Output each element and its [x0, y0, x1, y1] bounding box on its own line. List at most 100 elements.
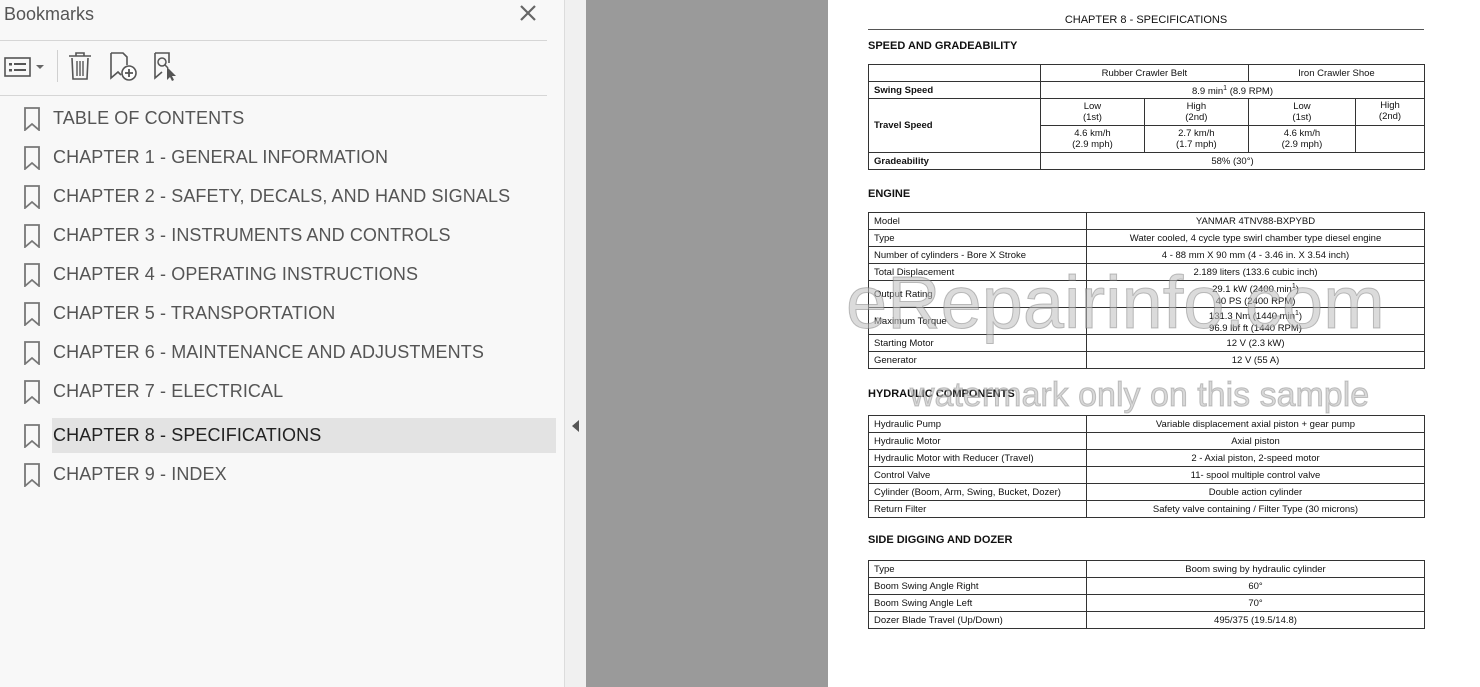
bookmark-item[interactable]: CHAPTER 5 - TRANSPORTATION: [20, 296, 556, 331]
cell-line: 4.6 km/h: [1283, 128, 1321, 139]
bookmark-search-icon: [154, 52, 176, 81]
panel-divider: [0, 95, 547, 96]
bookmark-icon: [24, 302, 40, 326]
close-panel-button[interactable]: [517, 2, 539, 24]
cell-value: 8.9 min1 (8.9 RPM): [1040, 81, 1425, 99]
cell-value: 4.6 km/h (2.9 mph): [1040, 125, 1145, 153]
bookmark-item[interactable]: CHAPTER 9 - INDEX: [20, 457, 556, 492]
table-header: Iron Crawler Shoe: [1247, 64, 1426, 82]
close-icon: [520, 5, 536, 21]
cell-line: High: [1186, 101, 1207, 112]
row-label: Hydraulic Motor with Reducer (Travel): [868, 449, 1087, 467]
cell-value: Low (1st): [1247, 98, 1357, 126]
empty-cell: [1355, 125, 1425, 153]
cell-line: (2.9 mph): [1072, 139, 1113, 150]
row-label: Hydraulic Pump: [868, 415, 1087, 433]
bookmark-item-selected[interactable]: CHAPTER 8 - SPECIFICATIONS: [20, 418, 556, 453]
row-label: Model: [868, 212, 1087, 230]
cell-value: High (2nd): [1355, 98, 1425, 126]
bookmark-item[interactable]: CHAPTER 4 - OPERATING INSTRUCTIONS: [20, 257, 556, 292]
row-label: Cylinder (Boom, Arm, Swing, Bucket, Doze…: [868, 483, 1087, 501]
panel-divider: [0, 40, 547, 41]
section-heading-side-digging: SIDE DIGGING AND DOZER: [868, 534, 1013, 546]
cell-line: (2nd): [1185, 112, 1208, 123]
row-label: Swing Speed: [868, 81, 1041, 99]
row-label: Type: [868, 560, 1087, 578]
row-label: Dozer Blade Travel (Up/Down): [868, 611, 1087, 629]
bookmark-label: CHAPTER 7 - ELECTRICAL: [53, 381, 284, 401]
cell-line: 4.6 km/h: [1074, 128, 1111, 139]
bookmark-label: CHAPTER 3 - INSTRUMENTS AND CONTROLS: [53, 225, 451, 245]
bookmark-options-button[interactable]: [4, 55, 46, 79]
bookmark-label: CHAPTER 4 - OPERATING INSTRUCTIONS: [53, 264, 419, 284]
cell-value: 2 - Axial piston, 2-speed motor: [1086, 449, 1425, 467]
bookmark-icon: [24, 341, 40, 365]
bookmark-label: CHAPTER 5 - TRANSPORTATION: [53, 303, 336, 323]
cell-line: (2nd): [1378, 111, 1402, 122]
bookmark-item[interactable]: CHAPTER 1 - GENERAL INFORMATION: [20, 140, 556, 175]
cell-value: Low (1st): [1040, 98, 1145, 126]
cell-line: High: [1380, 100, 1400, 111]
cell-value: 2.7 km/h (1.7 mph): [1143, 125, 1249, 153]
add-bookmark-icon: [110, 52, 137, 81]
bookmark-icon: [24, 424, 40, 448]
bookmark-item[interactable]: CHAPTER 6 - MAINTENANCE AND ADJUSTMENTS: [20, 335, 556, 370]
bookmarks-title: Bookmarks: [4, 4, 95, 24]
bookmark-icon: [24, 185, 40, 209]
section-heading-speed: SPEED AND GRADEABILITY: [868, 40, 1018, 52]
bookmark-item[interactable]: CHAPTER 3 - INSTRUMENTS AND CONTROLS: [20, 218, 556, 253]
hydraulic-table: Hydraulic Pump Variable displacement axia…: [868, 415, 1425, 518]
bookmark-icon: [24, 380, 40, 404]
cell-value: Axial piston: [1086, 432, 1425, 450]
row-label: Travel Speed: [868, 98, 1041, 153]
cell-value: 11- spool multiple control valve: [1086, 466, 1425, 484]
bookmark-icon: [24, 263, 40, 287]
bookmark-label: CHAPTER 8 - SPECIFICATIONS: [53, 425, 322, 445]
cell-line: (1st): [1292, 112, 1312, 123]
new-bookmark-button[interactable]: [108, 51, 138, 81]
section-heading-engine: ENGINE: [868, 188, 911, 200]
bookmark-item[interactable]: CHAPTER 2 - SAFETY, DECALS, AND HAND SIG…: [20, 179, 556, 214]
row-label: Type: [868, 229, 1087, 247]
row-label: Gradeability: [868, 152, 1041, 170]
cell-line: (1st): [1082, 112, 1102, 123]
row-label: Return Filter: [868, 500, 1087, 518]
bookmark-item[interactable]: TABLE OF CONTENTS: [20, 101, 556, 136]
cell-value: High (2nd): [1143, 98, 1249, 126]
triangle-left-icon: [572, 420, 579, 432]
trash-icon: [69, 52, 91, 80]
cell-line: Low: [1083, 101, 1102, 112]
cell-line: 2.7 km/h: [1178, 128, 1215, 139]
cell-value: Water cooled, 4 cycle type swirl chamber…: [1086, 229, 1425, 247]
table-header: Rubber Crawler Belt: [1040, 64, 1249, 82]
delete-bookmark-button[interactable]: [67, 51, 93, 81]
collapse-panel-button[interactable]: [570, 419, 582, 433]
cell-value: Safety valve containing / Filter Type (3…: [1086, 500, 1425, 518]
bookmarks-panel: Bookmarks TABLE OF CONTENTS CHAPTER 1 - …: [0, 0, 564, 687]
cell-value: 12 V (55 A): [1086, 351, 1425, 369]
panel-splitter[interactable]: [564, 0, 586, 687]
cell-value: 58% (30°): [1040, 152, 1425, 170]
bookmark-icon: [24, 224, 40, 248]
bookmark-label: CHAPTER 6 - MAINTENANCE AND ADJUSTMENTS: [53, 342, 484, 362]
swing-value: 8.9 min: [1192, 86, 1224, 98]
watermark-subtext: watermark only on this sample: [909, 376, 1370, 415]
cell-value: 495/375 (19.5/14.8): [1086, 611, 1425, 629]
bookmark-label: CHAPTER 1 - GENERAL INFORMATION: [53, 147, 389, 167]
cell-value: 4.6 km/h (2.9 mph): [1247, 125, 1357, 153]
toolbar-separator: [57, 50, 58, 82]
bookmark-item[interactable]: CHAPTER 7 - ELECTRICAL: [20, 374, 556, 409]
speed-table: Rubber Crawler Belt Iron Crawler Shoe Sw…: [868, 64, 1426, 170]
bookmark-label: CHAPTER 9 - INDEX: [53, 464, 227, 484]
header-rule: [868, 29, 1424, 30]
empty-cell: [868, 64, 1041, 82]
find-bookmark-button[interactable]: [152, 51, 180, 81]
bookmark-icon: [24, 463, 40, 487]
cell-value: Boom swing by hydraulic cylinder: [1086, 560, 1425, 578]
cell-value: 60°: [1086, 577, 1425, 595]
row-label: Hydraulic Motor: [868, 432, 1087, 450]
swing-value-rest: (8.9 RPM): [1227, 86, 1273, 98]
cell-value: Variable displacement axial piston + gea…: [1086, 415, 1425, 433]
bookmark-label: CHAPTER 2 - SAFETY, DECALS, AND HAND SIG…: [53, 186, 511, 206]
bookmark-icon: [24, 107, 40, 131]
